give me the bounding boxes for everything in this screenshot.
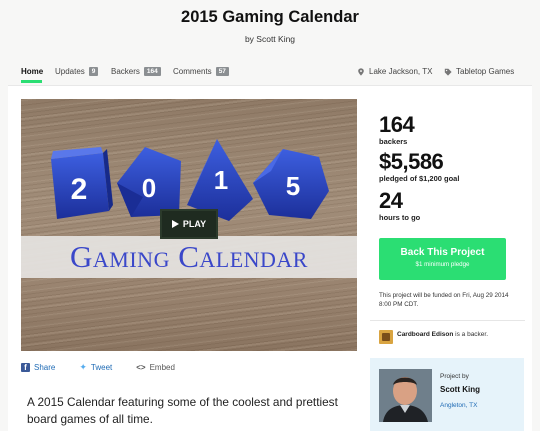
tab-label: Home	[21, 67, 44, 76]
share-bar: f Share ✦ Tweet <> Embed	[21, 359, 175, 375]
project-location[interactable]: Lake Jackson, TX	[357, 67, 432, 76]
creator-card: Project by Scott King Angleton, TX	[370, 358, 524, 431]
creator-label: Project by	[440, 373, 469, 380]
back-project-button[interactable]: Back This Project $1 minimum pledge	[379, 238, 506, 280]
twitter-icon: ✦	[79, 361, 87, 372]
tab-home[interactable]: Home	[21, 67, 43, 76]
creator-avatar[interactable]	[379, 369, 432, 422]
active-tab-indicator	[21, 80, 42, 83]
tab-label: Updates	[55, 67, 85, 76]
pledged-stat: $5,586 pledged of $1,200 goal	[379, 149, 460, 184]
project-category[interactable]: Tabletop Games	[444, 67, 514, 76]
tab-label: Backers	[111, 67, 140, 76]
die-digit: 5	[286, 171, 300, 201]
facebook-share-link[interactable]: Share	[34, 363, 55, 372]
recent-backer-text: Cardboard Edison is a backer.	[397, 330, 488, 344]
backer-suffix: is a backer.	[455, 331, 489, 338]
tab-backers[interactable]: Backers 164	[111, 67, 161, 76]
tag-icon	[444, 68, 452, 76]
count-badge: 57	[215, 67, 229, 76]
die-digit: 2	[71, 173, 88, 206]
count-badge: 9	[88, 67, 99, 76]
tab-updates[interactable]: Updates 9	[55, 67, 99, 76]
title-banner: Gaming Calendar	[21, 236, 357, 278]
pledged-amount: $5,586	[379, 149, 444, 174]
time-left-stat: 24 hours to go	[379, 188, 421, 223]
avatar[interactable]	[379, 330, 393, 344]
creator-photo-illustration	[379, 369, 432, 422]
project-video[interactable]: 2 0 1 5 Gaming Calendar PLAY	[21, 99, 357, 351]
die-digit: 0	[142, 173, 156, 203]
play-button[interactable]: PLAY	[160, 209, 218, 239]
category-label: Tabletop Games	[456, 67, 515, 76]
banner-text: Gaming Calendar	[70, 239, 308, 274]
page-title: 2015 Gaming Calendar	[181, 8, 359, 26]
backers-label: backers	[379, 137, 408, 146]
hours-left: 24	[379, 188, 403, 213]
play-icon	[171, 220, 179, 228]
backers-stat[interactable]: 164 backers	[379, 112, 415, 147]
pledged-goal-label: pledged of $1,200 goal	[379, 174, 460, 183]
divider	[370, 320, 525, 321]
facebook-icon: f	[21, 362, 30, 372]
backer-name-link[interactable]: Cardboard Edison	[397, 331, 453, 338]
project-header: 2015 Gaming Calendar by Scott King Home …	[0, 0, 540, 92]
funding-deadline-note: This project will be funded on Fri, Aug …	[379, 292, 509, 308]
embed-icon: <>	[136, 362, 146, 372]
back-button-label: Back This Project	[400, 247, 485, 258]
hours-label: hours to go	[379, 213, 421, 222]
project-content: 2 0 1 5 Gaming Calendar PLAY f Share ✦ T…	[8, 85, 532, 431]
map-pin-icon	[358, 67, 364, 76]
project-blurb: A 2015 Calendar featuring some of the co…	[27, 395, 338, 426]
twitter-share-link[interactable]: Tweet	[91, 363, 112, 372]
play-label: PLAY	[182, 219, 207, 229]
creator-byline[interactable]: by Scott King	[0, 34, 540, 44]
tab-comments[interactable]: Comments 57	[173, 67, 229, 76]
die-digit: 1	[214, 165, 228, 195]
creator-location[interactable]: Angleton, TX	[440, 402, 477, 409]
tab-label: Comments	[173, 67, 212, 76]
count-badge: 164	[143, 67, 161, 76]
backers-count: 164	[379, 112, 415, 137]
project-nav: Home Updates 9 Backers 164 Comments 57 L…	[0, 62, 540, 86]
creator-name[interactable]: Scott King	[440, 385, 480, 394]
recent-backer: Cardboard Edison is a backer.	[379, 330, 514, 344]
minimum-pledge-label: $1 minimum pledge	[415, 261, 470, 268]
location-label: Lake Jackson, TX	[369, 67, 433, 76]
embed-link[interactable]: Embed	[150, 363, 175, 372]
